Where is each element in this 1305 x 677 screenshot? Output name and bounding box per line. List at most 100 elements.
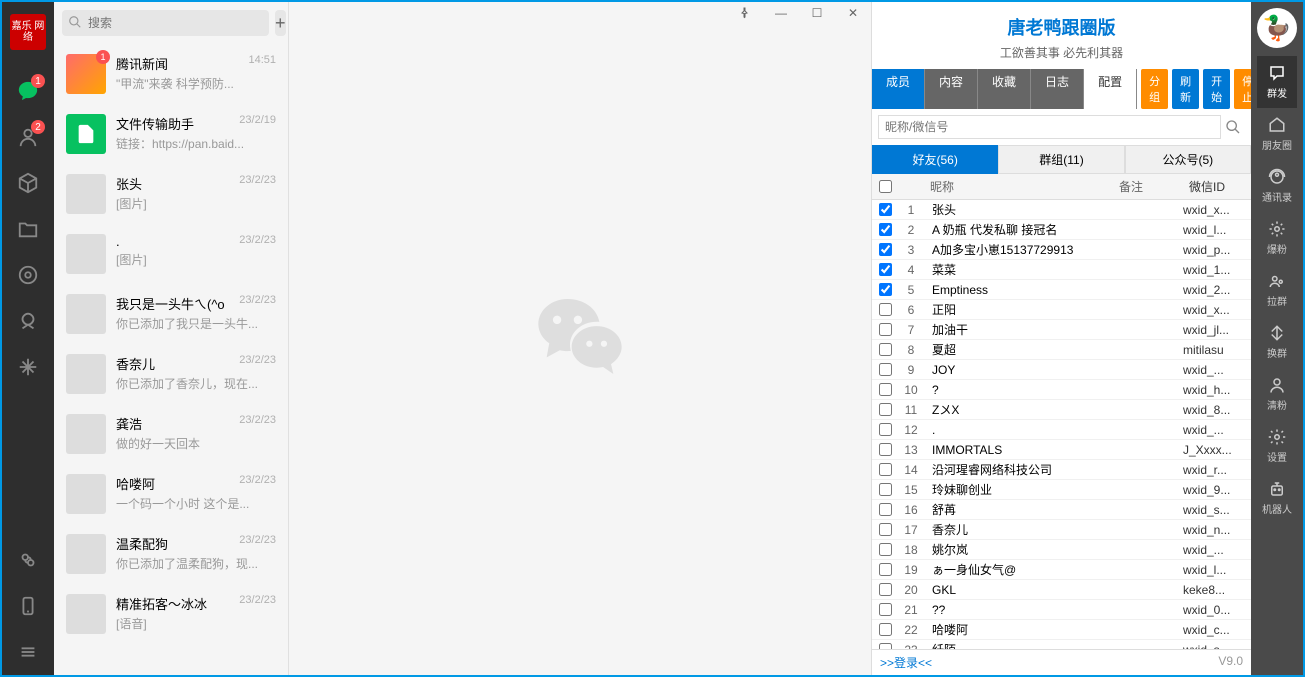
- row-checkbox[interactable]: [879, 623, 892, 636]
- grid-check-all[interactable]: [879, 180, 892, 193]
- row-checkbox[interactable]: [879, 643, 892, 649]
- tab-config[interactable]: 配置: [1084, 69, 1137, 109]
- grid-row[interactable]: 17 香奈儿 wxid_n...: [872, 520, 1251, 540]
- row-checkbox[interactable]: [879, 383, 892, 396]
- moments-icon[interactable]: [15, 262, 41, 288]
- sidebar-item-设置[interactable]: 设置: [1257, 420, 1297, 472]
- folder-icon[interactable]: [15, 216, 41, 242]
- menu-icon[interactable]: [15, 639, 41, 665]
- grid-row[interactable]: 3 A加多宝小崽15137729913 wxid_p...: [872, 240, 1251, 260]
- row-checkbox[interactable]: [879, 463, 892, 476]
- chat-item[interactable]: 张头23/2/23[图片]: [54, 164, 288, 224]
- login-link[interactable]: >>登录<<: [880, 654, 932, 671]
- row-checkbox[interactable]: [879, 503, 892, 516]
- row-index: 6: [898, 303, 924, 317]
- row-checkbox[interactable]: [879, 523, 892, 536]
- refresh-button[interactable]: 刷新: [1172, 69, 1199, 109]
- grid-row[interactable]: 8 夏超 mitilasu: [872, 340, 1251, 360]
- miniprogram-icon[interactable]: [15, 547, 41, 573]
- grid-row[interactable]: 20 GKL keke8...: [872, 580, 1251, 600]
- grid-row[interactable]: 4 菜菜 wxid_1...: [872, 260, 1251, 280]
- sidebar-item-通讯录[interactable]: 通讯录: [1257, 160, 1297, 212]
- grid-row[interactable]: 23 纤陌 wxid_s...: [872, 640, 1251, 649]
- chat-search-input[interactable]: [62, 10, 269, 36]
- subtab-friends[interactable]: 好友(56): [872, 145, 998, 174]
- row-checkbox[interactable]: [879, 603, 892, 616]
- chat-item[interactable]: .23/2/23[图片]: [54, 224, 288, 284]
- grid-row[interactable]: 19 ぁ一身仙女气@ wxid_l...: [872, 560, 1251, 580]
- grid-row[interactable]: 1 张头 wxid_x...: [872, 200, 1251, 220]
- row-checkbox[interactable]: [879, 423, 892, 436]
- sidebar-item-拉群[interactable]: 拉群: [1257, 264, 1297, 316]
- chat-item[interactable]: 香奈儿23/2/23你已添加了香奈儿，现在...: [54, 344, 288, 404]
- chat-preview: [图片]: [116, 251, 276, 268]
- sidebar-item-爆粉[interactable]: 爆粉: [1257, 212, 1297, 264]
- grid-row[interactable]: 15 玲妹聊创业 wxid_9...: [872, 480, 1251, 500]
- sidebar-item-清粉[interactable]: 清粉: [1257, 368, 1297, 420]
- grid-row[interactable]: 13 IMMORTALS J_Xxxx...: [872, 440, 1251, 460]
- chat-item[interactable]: 文件传输助手23/2/19链接：https://pan.baid...: [54, 104, 288, 164]
- grid-row[interactable]: 18 姚尔岚 wxid_...: [872, 540, 1251, 560]
- row-checkbox[interactable]: [879, 543, 892, 556]
- row-checkbox[interactable]: [879, 243, 892, 256]
- star-icon[interactable]: [15, 354, 41, 380]
- sidebar-item-群发[interactable]: 群发: [1257, 56, 1297, 108]
- chat-item[interactable]: 温柔配狗23/2/23你已添加了温柔配狗，现...: [54, 524, 288, 584]
- row-checkbox[interactable]: [879, 223, 892, 236]
- grid-row[interactable]: 7 加油干 wxid_jl...: [872, 320, 1251, 340]
- grid-row[interactable]: 5 Emptiness wxid_2...: [872, 280, 1251, 300]
- filter-input[interactable]: [878, 115, 1221, 139]
- grid-row[interactable]: 12 . wxid_...: [872, 420, 1251, 440]
- row-checkbox[interactable]: [879, 343, 892, 356]
- row-checkbox[interactable]: [879, 483, 892, 496]
- row-checkbox[interactable]: [879, 563, 892, 576]
- sidebar-item-朋友圈[interactable]: 朋友圈: [1257, 108, 1297, 160]
- pin-button[interactable]: [727, 2, 763, 24]
- tab-content[interactable]: 内容: [925, 69, 978, 109]
- group-button[interactable]: 分组: [1141, 69, 1168, 109]
- contacts-tab-icon[interactable]: 2: [15, 124, 41, 150]
- grid-row[interactable]: 2 A 奶瓶 代发私聊 接冠名 wxid_l...: [872, 220, 1251, 240]
- row-checkbox[interactable]: [879, 583, 892, 596]
- phone-icon[interactable]: [15, 593, 41, 619]
- grid-row[interactable]: 11 Z〤X wxid_8...: [872, 400, 1251, 420]
- grid-row[interactable]: 14 沿河瑆睿网络科技公司 wxid_r...: [872, 460, 1251, 480]
- grid-row[interactable]: 22 哈喽阿 wxid_c...: [872, 620, 1251, 640]
- grid-row[interactable]: 6 正阳 wxid_x...: [872, 300, 1251, 320]
- filter-search-icon[interactable]: [1221, 115, 1245, 139]
- grid-row[interactable]: 16 舒苒 wxid_s...: [872, 500, 1251, 520]
- tab-members[interactable]: 成员: [872, 69, 925, 109]
- add-chat-button[interactable]: +: [275, 10, 286, 36]
- row-checkbox[interactable]: [879, 323, 892, 336]
- chat-item[interactable]: 1 腾讯新闻14:51"甲流"来袭 科学预防...: [54, 44, 288, 104]
- row-index: 12: [898, 423, 924, 437]
- chat-item[interactable]: 龚浩23/2/23做的好一天回本: [54, 404, 288, 464]
- grid-row[interactable]: 9 JOY wxid_...: [872, 360, 1251, 380]
- channels-icon[interactable]: [15, 308, 41, 334]
- row-checkbox[interactable]: [879, 203, 892, 216]
- subtab-accounts[interactable]: 公众号(5): [1125, 145, 1251, 174]
- tab-log[interactable]: 日志: [1031, 69, 1084, 109]
- chat-item[interactable]: 哈喽阿23/2/23一个码一个小时 这个是...: [54, 464, 288, 524]
- grid-row[interactable]: 10 ? wxid_h...: [872, 380, 1251, 400]
- row-checkbox[interactable]: [879, 263, 892, 276]
- minimize-button[interactable]: —: [763, 2, 799, 24]
- row-nickname: A 奶瓶 代发私聊 接冠名: [924, 221, 1113, 238]
- maximize-button[interactable]: ☐: [799, 2, 835, 24]
- row-checkbox[interactable]: [879, 363, 892, 376]
- sidebar-item-机器人[interactable]: 机器人: [1257, 472, 1297, 524]
- tab-favorites[interactable]: 收藏: [978, 69, 1031, 109]
- cube-icon[interactable]: [15, 170, 41, 196]
- row-checkbox[interactable]: [879, 443, 892, 456]
- row-checkbox[interactable]: [879, 403, 892, 416]
- row-checkbox[interactable]: [879, 283, 892, 296]
- row-checkbox[interactable]: [879, 303, 892, 316]
- sidebar-item-换群[interactable]: 换群: [1257, 316, 1297, 368]
- start-button[interactable]: 开始: [1203, 69, 1230, 109]
- subtab-groups[interactable]: 群组(11): [998, 145, 1124, 174]
- close-button[interactable]: ✕: [835, 2, 871, 24]
- chat-tab-icon[interactable]: 1: [15, 78, 41, 104]
- chat-item[interactable]: 我只是一头牛ㄟ(^o23/2/23你已添加了我只是一头牛...: [54, 284, 288, 344]
- chat-item[interactable]: 精准拓客～冰冰23/2/23[语音]: [54, 584, 288, 644]
- grid-row[interactable]: 21 ?? wxid_0...: [872, 600, 1251, 620]
